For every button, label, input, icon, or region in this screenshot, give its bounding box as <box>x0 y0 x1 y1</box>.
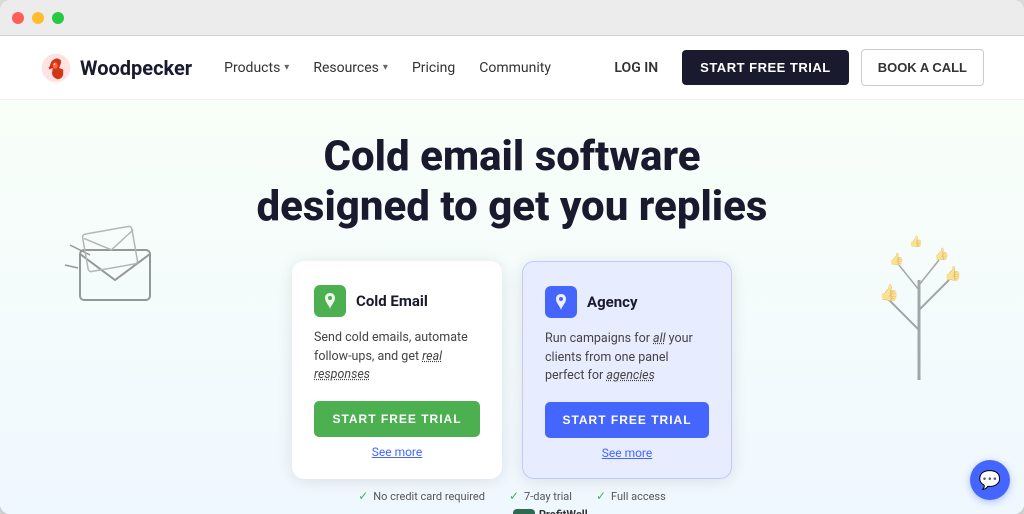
partner-logos: P ProfitWell by paddle BRAND24 LiveChat <box>513 509 752 514</box>
browser-window: Woodpecker Products ▾ Resources ▾ Pricin… <box>0 0 1024 514</box>
envelope-illustration <box>60 220 190 340</box>
agency-card: Agency Run campaigns for all your client… <box>522 261 732 479</box>
nav-products[interactable]: Products ▾ <box>224 60 289 76</box>
card-header: Cold Email <box>314 285 480 317</box>
trust-bar: ✓ No credit card required ✓ 7-day trial … <box>20 479 1004 503</box>
tree-illustration: 👍 👍 👍 👍 👍 <box>844 200 994 400</box>
nav-actions: LOG IN START FREE TRIAL BOOK A CALL <box>602 49 984 86</box>
chevron-down-icon: ▾ <box>383 62 388 73</box>
cold-email-card: Cold Email Send cold emails, automate fo… <box>292 261 502 479</box>
page-content: Woodpecker Products ▾ Resources ▾ Pricin… <box>0 36 1024 514</box>
svg-text:👍: 👍 <box>889 252 904 266</box>
card-header-agency: Agency <box>545 286 709 318</box>
cold-email-desc: Send cold emails, automate follow-ups, a… <box>314 329 480 385</box>
profitwell-icon: P <box>513 509 535 514</box>
trust-badges: ✓ No credit card required ✓ 7-day trial … <box>358 489 666 503</box>
book-call-button[interactable]: BOOK A CALL <box>861 49 984 86</box>
agency-title: Agency <box>587 293 638 311</box>
browser-chrome <box>0 0 1024 36</box>
svg-text:👍: 👍 <box>944 265 961 282</box>
agency-trial-button[interactable]: START FREE TRIAL <box>545 402 709 438</box>
agency-desc: Run campaigns for all your clients from … <box>545 330 709 386</box>
close-button[interactable] <box>12 12 24 24</box>
profitwell-logo: P ProfitWell by paddle <box>513 509 588 514</box>
nav-links: Products ▾ Resources ▾ Pricing Community <box>224 60 602 76</box>
profitwell-text: ProfitWell by paddle <box>539 509 588 514</box>
check-icon: ✓ <box>596 489 606 503</box>
no-credit-card-badge: ✓ No credit card required <box>358 489 485 503</box>
check-icon: ✓ <box>358 489 368 503</box>
seven-day-trial-badge: ✓ 7-day trial <box>509 489 572 503</box>
nav-pricing[interactable]: Pricing <box>412 60 455 76</box>
agency-icon <box>545 286 577 318</box>
logo[interactable]: Woodpecker <box>40 52 192 84</box>
check-icon: ✓ <box>509 489 519 503</box>
agency-see-more[interactable]: See more <box>545 446 709 460</box>
product-cards: Cold Email Send cold emails, automate fo… <box>292 261 732 479</box>
cold-email-trial-button[interactable]: START FREE TRIAL <box>314 401 480 437</box>
minimize-button[interactable] <box>32 12 44 24</box>
nav-resources[interactable]: Resources ▾ <box>313 60 388 76</box>
maximize-button[interactable] <box>52 12 64 24</box>
svg-text:👍: 👍 <box>909 235 923 248</box>
navbar: Woodpecker Products ▾ Resources ▾ Pricin… <box>0 36 1024 100</box>
svg-text:👍: 👍 <box>934 247 949 261</box>
start-trial-button[interactable]: START FREE TRIAL <box>682 50 849 85</box>
cold-email-icon <box>314 285 346 317</box>
svg-text:👍: 👍 <box>879 283 899 302</box>
hero-title: Cold email software designed to get you … <box>256 132 767 233</box>
cold-email-see-more[interactable]: See more <box>314 445 480 459</box>
nav-community[interactable]: Community <box>479 60 551 76</box>
hero-section: 👍 👍 👍 👍 👍 Cold email software designed t… <box>0 100 1024 514</box>
logo-text: Woodpecker <box>80 56 192 80</box>
chevron-down-icon: ▾ <box>284 62 289 73</box>
login-button[interactable]: LOG IN <box>602 52 670 84</box>
trusted-section: TRUSTED BY 13,000+ PROFESSIONALS P Profi… <box>273 503 752 514</box>
logo-icon <box>40 52 72 84</box>
cold-email-title: Cold Email <box>356 292 428 310</box>
full-access-badge: ✓ Full access <box>596 489 666 503</box>
